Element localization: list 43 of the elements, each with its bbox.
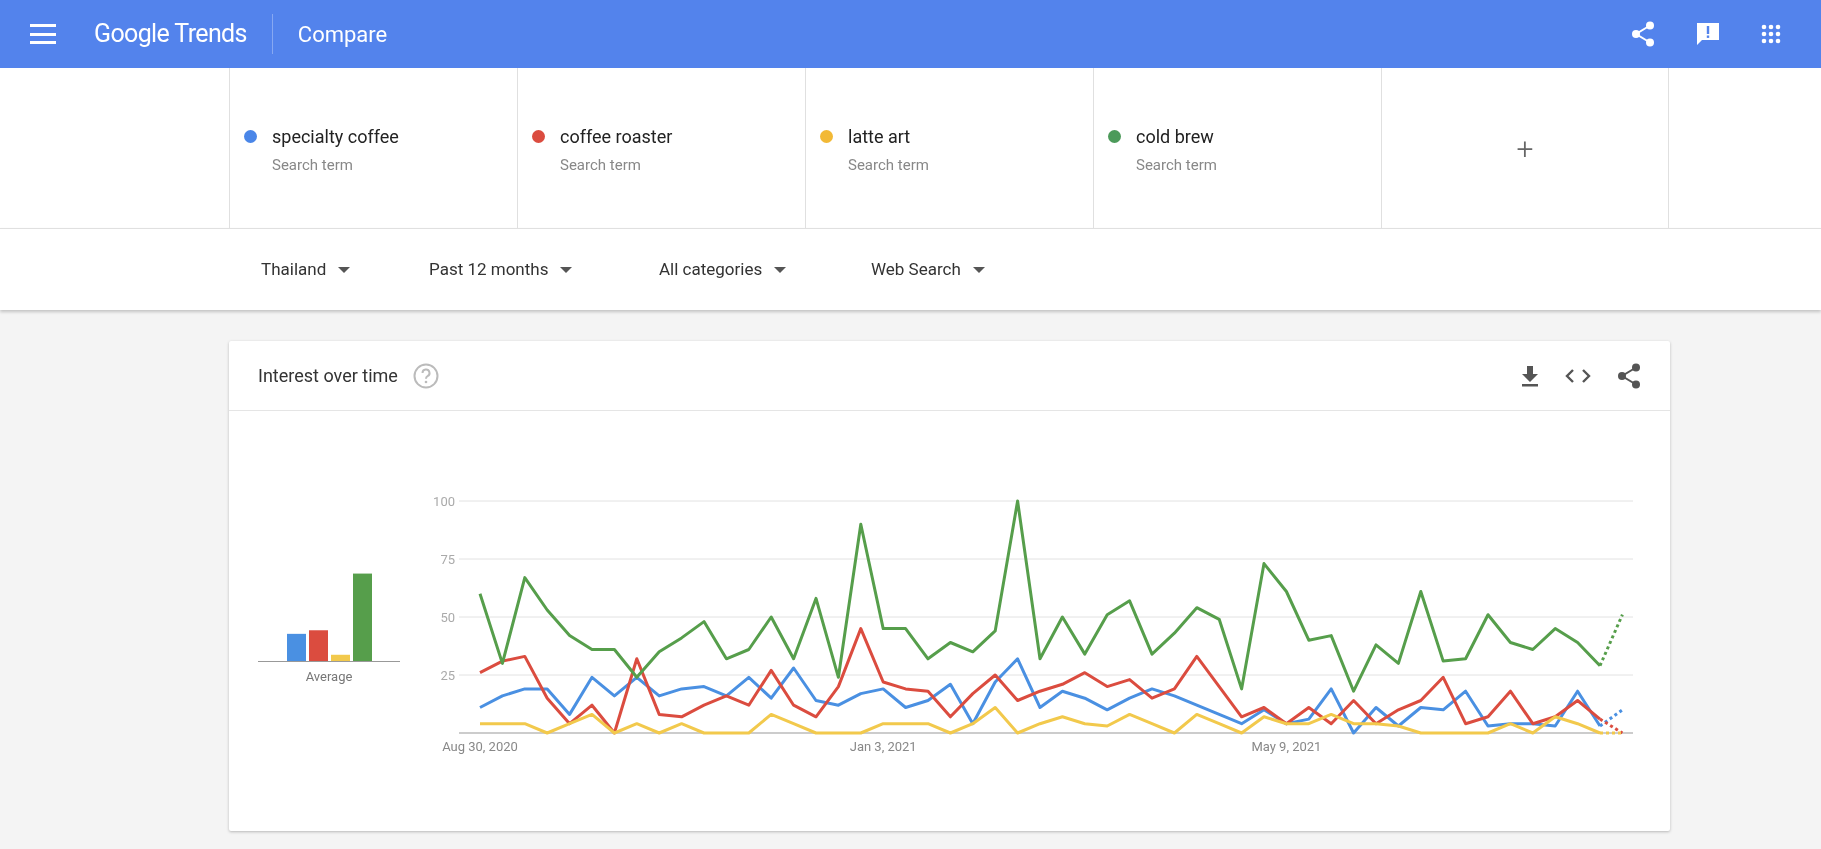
caret-icon	[774, 266, 787, 273]
caret-icon	[560, 266, 573, 273]
filter-dropdown[interactable]: Past 12 months	[429, 256, 659, 283]
term-subtitle: Search term	[272, 155, 354, 176]
add-term-button[interactable]: +	[1516, 125, 1534, 171]
share-icon[interactable]	[1617, 362, 1641, 389]
y-axis-label: 75	[440, 552, 455, 567]
term-name: latte art	[848, 125, 912, 149]
caret-icon	[338, 266, 351, 273]
caret-icon	[972, 266, 985, 273]
average-bar	[331, 654, 350, 661]
term-name: specialty coffee	[272, 125, 399, 149]
y-axis-label: 50	[440, 610, 455, 625]
help-icon[interactable]	[412, 362, 439, 389]
term-name: cold brew	[1136, 125, 1215, 149]
filter-dropdown[interactable]: All categories	[659, 256, 871, 283]
average-label: Average	[305, 668, 353, 686]
x-axis-label: Aug 30, 2020	[442, 739, 518, 754]
feedback-icon[interactable]	[1695, 21, 1721, 47]
share-icon[interactable]	[1631, 21, 1655, 47]
search-term-card[interactable]: cold brew Search term	[1093, 68, 1381, 228]
term-name: coffee roaster	[560, 125, 673, 149]
search-term-card[interactable]: coffee roaster Search term	[517, 68, 805, 228]
x-axis-label: May 9, 2021	[1251, 739, 1322, 754]
apps-grid-icon[interactable]	[1761, 24, 1781, 44]
card-title: Interest over time	[258, 364, 398, 388]
search-term-card[interactable]: latte art Search term	[805, 68, 1093, 228]
term-subtitle: Search term	[848, 155, 929, 176]
app-logo[interactable]: Google Trends	[94, 15, 247, 53]
search-term-card[interactable]: specialty coffee Search term	[229, 68, 517, 228]
page-title: Compare	[297, 20, 388, 49]
embed-code-icon[interactable]	[1565, 367, 1591, 384]
y-axis-label: 100	[433, 494, 455, 509]
filter-dropdown[interactable]: Web Search	[871, 256, 1071, 283]
y-axis-label: 25	[440, 668, 455, 683]
average-bar	[309, 630, 328, 661]
menu-icon[interactable]	[30, 24, 56, 44]
term-subtitle: Search term	[1136, 155, 1217, 176]
filter-dropdown[interactable]: Thailand	[261, 256, 429, 283]
download-icon[interactable]	[1521, 364, 1539, 387]
x-axis-label: Jan 3, 2021	[849, 739, 917, 754]
term-subtitle: Search term	[560, 155, 642, 176]
average-bar	[287, 633, 306, 661]
